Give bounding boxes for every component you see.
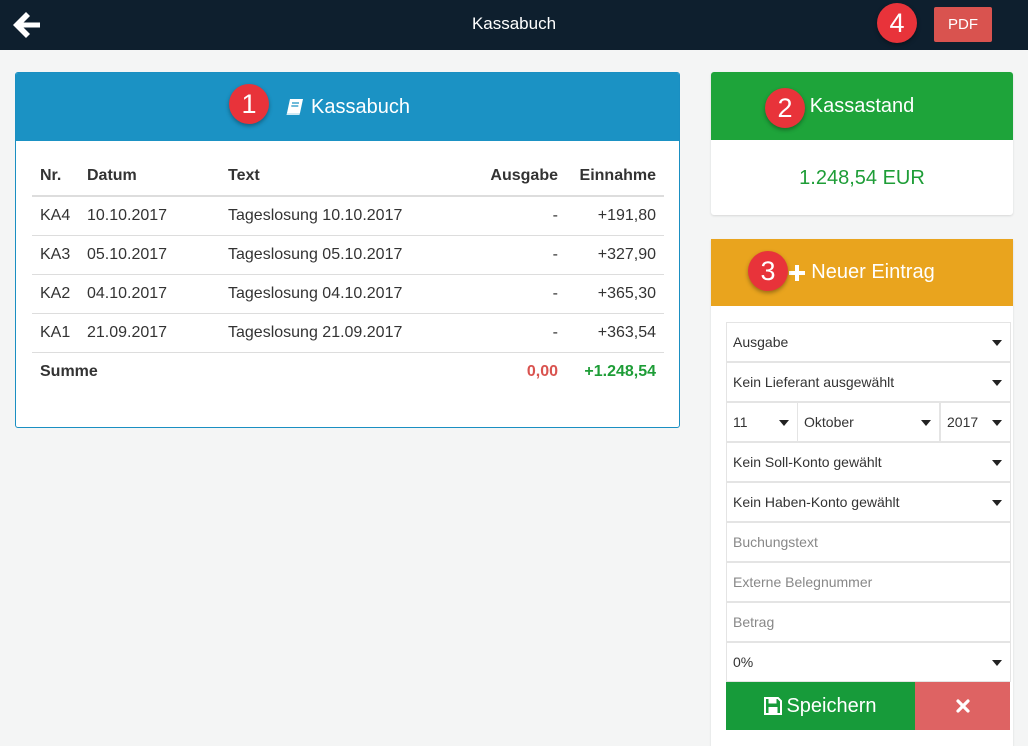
lieferant-select-value: Kein Lieferant ausgewählt [733,374,895,390]
cell-ausgabe: - [430,313,566,353]
column-header-ausgabe: Ausgabe [430,156,566,197]
cell-text: Tageslosung 21.09.2017 [220,313,430,353]
day-select-value: 11 [733,414,748,430]
sum-row: Summe 0,00 +1.248,54 [32,352,664,391]
month-select-value: Oktober [804,414,854,430]
annotation-badge-3: 3 [748,251,788,291]
plus-icon [789,264,806,281]
floppy-disk-icon [764,697,783,715]
book-icon [286,99,304,115]
cell-text: Tageslosung 10.10.2017 [220,196,430,236]
annotation-badge-2: 2 [765,88,805,128]
tax-rate-select[interactable]: 0% [726,642,1011,682]
year-select[interactable]: 2017 [940,402,1011,442]
sum-einnahme: +1.248,54 [584,362,656,380]
table-row[interactable]: KA1 21.09.2017 Tageslosung 21.09.2017 - … [32,313,664,353]
page-title: Kassabuch [471,14,557,33]
cell-text: Tageslosung 05.10.2017 [220,235,430,275]
year-select-value: 2017 [947,414,979,430]
caret-down-icon [992,500,1002,506]
caret-down-icon [992,380,1002,386]
cell-text: Tageslosung 04.10.2017 [220,274,430,314]
save-label: Speichern [786,694,877,717]
cell-nr: KA1 [32,313,79,353]
column-header-text: Text [220,156,430,197]
cell-nr: KA4 [32,196,79,236]
belegnummer-placeholder: Externe Belegnummer [733,574,873,590]
caret-down-icon [992,460,1002,466]
kassabuch-panel: Kassabuch Nr. Datum Text Ausgabe Einnahm… [15,72,680,428]
neuer-eintrag-title: Neuer Eintrag [811,261,935,283]
kassastand-title: Kassastand [809,94,915,117]
soll-konto-select[interactable]: Kein Soll-Konto gewählt [726,442,1011,482]
top-bar: Kassabuch PDF [0,0,1028,50]
cell-ausgabe: - [430,274,566,314]
cancel-button[interactable] [915,682,1010,730]
table-row[interactable]: KA3 05.10.2017 Tageslosung 05.10.2017 - … [32,235,664,275]
cell-datum: 05.10.2017 [79,235,220,275]
column-header-datum: Datum [79,156,220,197]
table-row[interactable]: KA2 04.10.2017 Tageslosung 04.10.2017 - … [32,274,664,314]
save-button[interactable]: Speichern [726,682,915,730]
sum-ausgabe: 0,00 [526,362,558,380]
kassastand-panel: Kassastand 1.248,54 EUR [711,72,1013,215]
caret-down-icon [992,420,1002,426]
pdf-button[interactable]: PDF [934,7,992,42]
type-select-value: Ausgabe [733,334,789,350]
caret-down-icon [921,420,931,426]
caret-down-icon [992,660,1002,666]
kassabuch-table: Nr. Datum Text Ausgabe Einnahme KA4 10.1… [32,156,664,391]
cell-einnahme: +365,30 [566,274,664,314]
annotation-badge-1: 1 [229,84,269,124]
kassabuch-header: Kassabuch [16,73,679,141]
cell-nr: KA3 [32,235,79,275]
haben-konto-value: Kein Haben-Konto gewählt [733,494,900,510]
kassastand-header: Kassastand [711,72,1013,140]
buchungstext-input[interactable]: Buchungstext [726,522,1011,562]
month-select[interactable]: Oktober [797,402,940,442]
close-icon [955,699,970,713]
tax-rate-value: 0% [733,654,754,670]
soll-konto-value: Kein Soll-Konto gewählt [733,454,882,470]
kassastand-value: 1.248,54 EUR [799,167,925,189]
kassabuch-title: Kassabuch [311,95,410,118]
cell-datum: 04.10.2017 [79,274,220,314]
haben-konto-select[interactable]: Kein Haben-Konto gewählt [726,482,1011,522]
cell-ausgabe: - [430,235,566,275]
day-select[interactable]: 11 [726,402,798,442]
lieferant-select[interactable]: Kein Lieferant ausgewählt [726,362,1011,402]
annotation-badge-4: 4 [877,3,917,43]
cell-einnahme: +363,54 [566,313,664,353]
caret-down-icon [992,340,1002,346]
neuer-eintrag-panel: Neuer Eintrag Ausgabe Kein Lieferant aus… [711,239,1013,746]
cell-datum: 21.09.2017 [79,313,220,353]
betrag-placeholder: Betrag [733,614,775,630]
sum-label: Summe [40,362,98,380]
buchungstext-placeholder: Buchungstext [733,534,818,550]
cell-datum: 10.10.2017 [79,196,220,236]
type-select[interactable]: Ausgabe [726,322,1011,362]
cell-nr: KA2 [32,274,79,314]
betrag-input[interactable]: Betrag [726,602,1011,642]
belegnummer-input[interactable]: Externe Belegnummer [726,562,1011,602]
column-header-nr: Nr. [32,156,79,197]
table-row[interactable]: KA4 10.10.2017 Tageslosung 10.10.2017 - … [32,196,664,236]
cell-ausgabe: - [430,196,566,236]
cell-einnahme: +327,90 [566,235,664,275]
cell-einnahme: +191,80 [566,196,664,236]
caret-down-icon [779,420,789,426]
column-header-einnahme: Einnahme [566,156,664,197]
table-header-row: Nr. Datum Text Ausgabe Einnahme [32,156,664,197]
